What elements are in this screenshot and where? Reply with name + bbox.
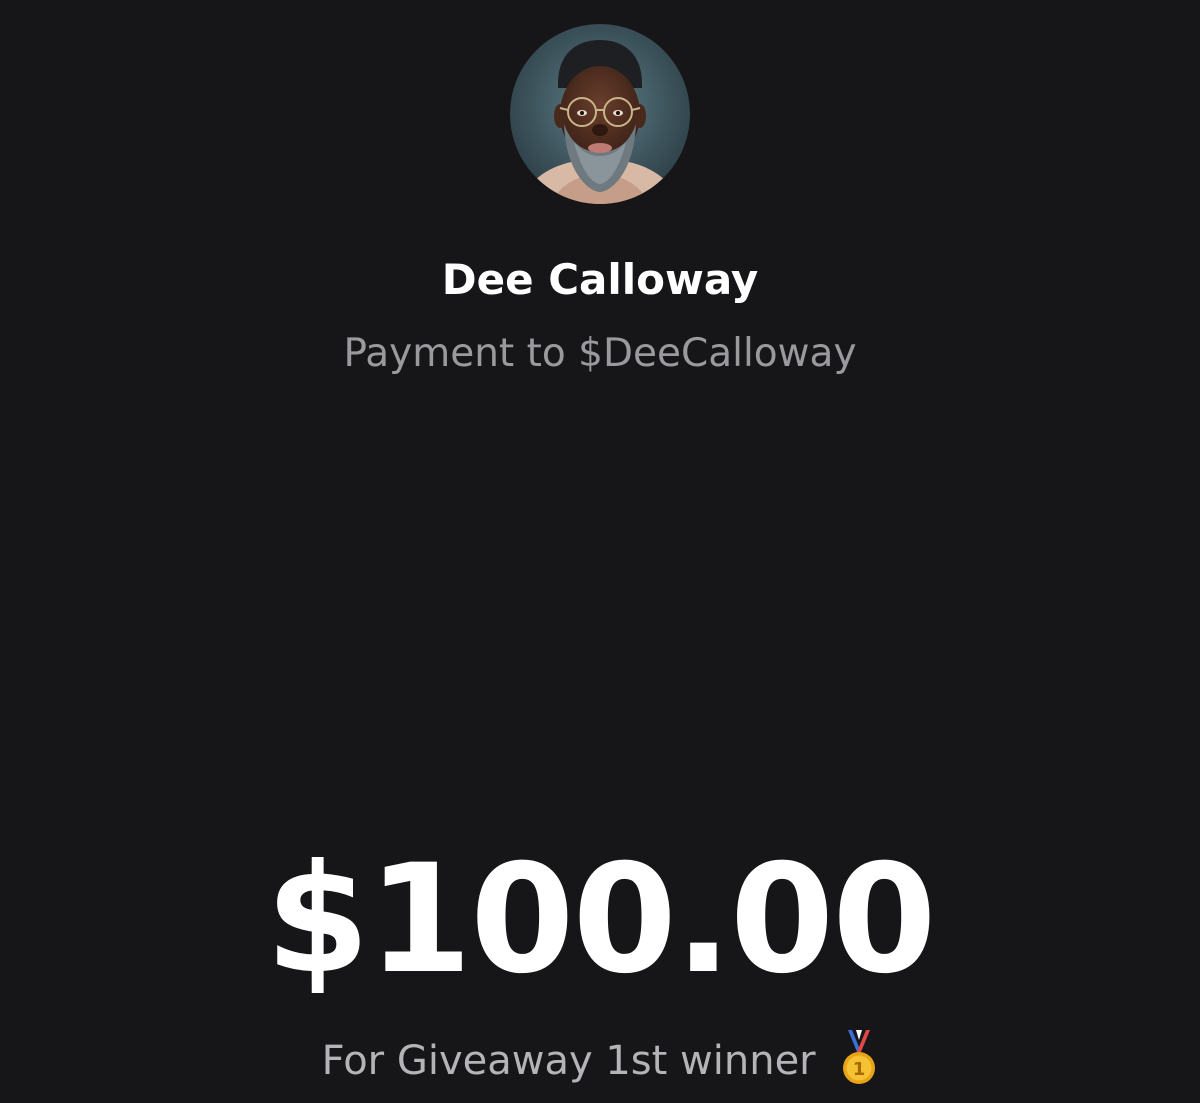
payment-note-text: For Giveaway 1st winner xyxy=(321,1038,816,1084)
avatar-photo xyxy=(510,24,690,204)
payment-subtitle: Payment to $DeeCalloway xyxy=(343,331,857,376)
payment-screen: Dee Calloway Payment to $DeeCalloway $10… xyxy=(0,0,1200,1100)
recipient-name: Dee Calloway xyxy=(441,255,759,304)
first-place-medal-icon: 1 xyxy=(840,1030,878,1086)
payment-amount: $100.00 xyxy=(265,833,936,1007)
recipient-avatar[interactable] xyxy=(510,24,690,204)
payment-note: For Giveaway 1st winner 1 xyxy=(0,1030,1200,1091)
svg-text:1: 1 xyxy=(853,1059,866,1080)
